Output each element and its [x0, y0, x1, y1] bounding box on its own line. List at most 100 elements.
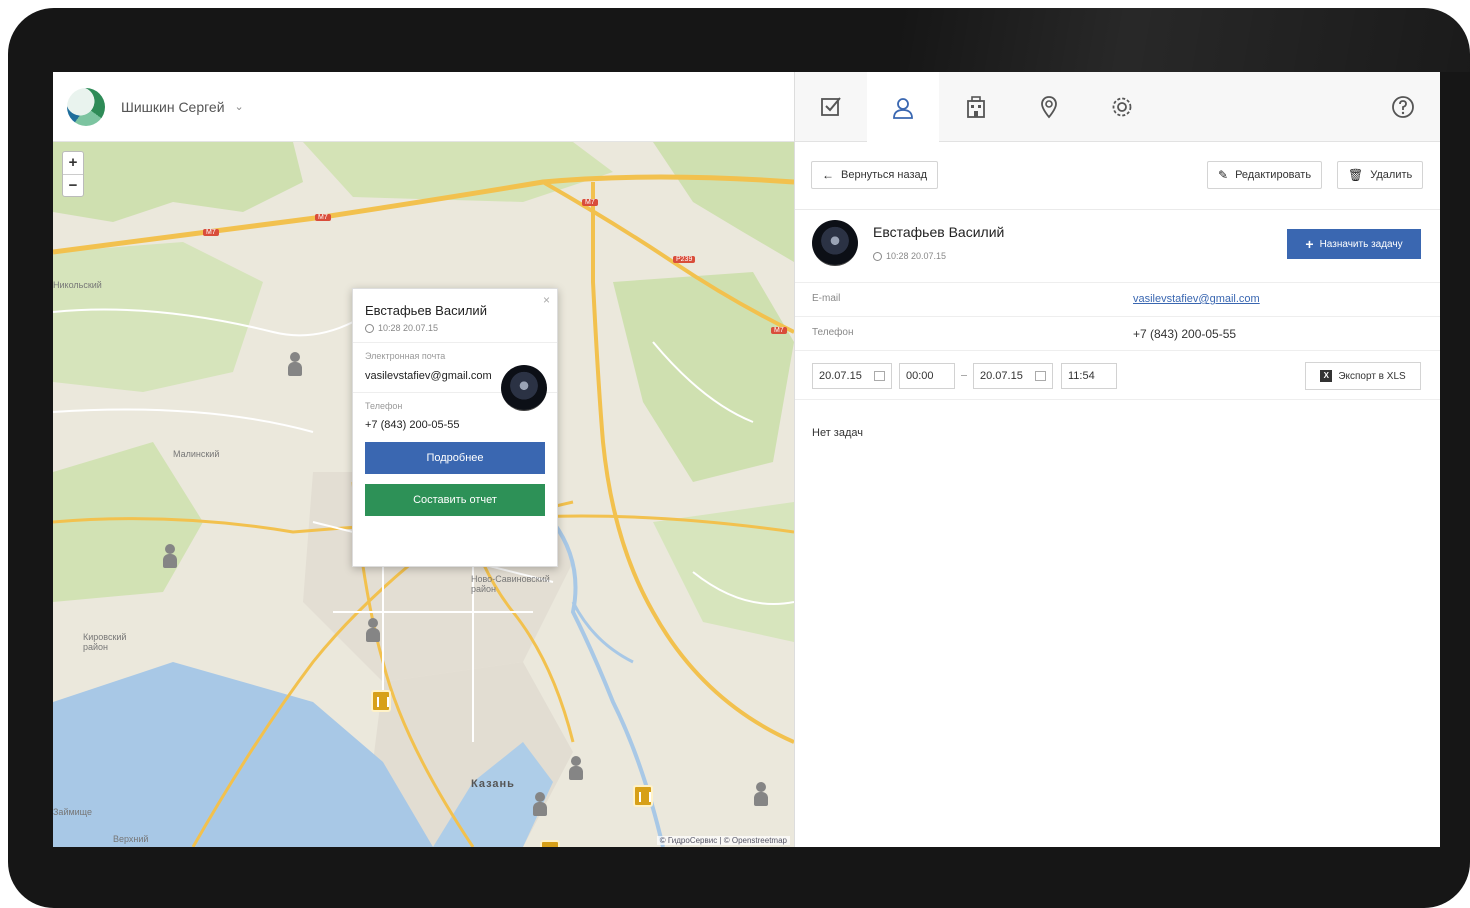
tab-settings[interactable]	[1086, 72, 1158, 142]
employee-name: Евстафьев Василий	[873, 224, 1005, 240]
popup-employee-name: Евстафьев Василий	[365, 303, 487, 318]
avatar	[812, 220, 858, 266]
location-pin-icon	[1041, 96, 1057, 119]
avatar	[501, 365, 547, 411]
user-menu[interactable]: Шишкин Сергей	[121, 99, 225, 115]
popup-time-text: 10:28 20.07.15	[378, 323, 439, 333]
tab-bar	[795, 72, 1440, 143]
employee-time-text: 10:28 20.07.15	[886, 251, 947, 261]
road-badge: М7	[771, 327, 787, 334]
road-badge: М7	[315, 214, 331, 221]
city-label: Казань	[471, 778, 515, 790]
map-label: Ново-Савиновский район	[471, 574, 550, 594]
calendar-icon[interactable]	[1035, 371, 1046, 381]
help-icon	[1392, 96, 1414, 118]
range-separator	[961, 375, 967, 376]
employee-pin[interactable]	[366, 618, 380, 644]
app-logo	[67, 87, 105, 126]
employee-timestamp: 10:28 20.07.15	[873, 251, 946, 261]
date-to-value: 20.07.15	[980, 370, 1023, 382]
tab-locations[interactable]	[1013, 72, 1085, 142]
employee-pin[interactable]	[754, 782, 768, 808]
tab-employees[interactable]	[867, 72, 939, 143]
phone-label: Телефон	[812, 327, 854, 338]
map-view[interactable]: + − М7 М7 М7 Р239 М7 Никольский Малински…	[53, 142, 794, 847]
tab-help[interactable]	[1367, 72, 1439, 142]
road-badge: Р239	[673, 256, 696, 263]
back-label: Вернуться назад	[841, 169, 928, 181]
empty-tasks-message: Нет задач	[812, 427, 863, 439]
employee-header: Евстафьев Василий 10:28 20.07.15 + Назна…	[795, 210, 1440, 275]
details-pane: ← Вернуться назад ✎ Редактировать 🗑 Удал…	[794, 72, 1440, 847]
employee-pin[interactable]	[569, 756, 583, 782]
popup-phone-value: +7 (843) 200-05-55	[365, 419, 460, 431]
employee-pin[interactable]	[288, 352, 302, 378]
popup-email-label: Электронная почта	[365, 351, 446, 361]
date-to-field[interactable]: 20.07.15	[973, 363, 1053, 389]
back-button[interactable]: ← Вернуться назад	[811, 161, 939, 189]
employee-popup: × Евстафьев Василий 10:28 20.07.15 Элект…	[352, 288, 558, 567]
gear-icon	[1112, 97, 1132, 117]
pencil-icon: ✎	[1218, 168, 1229, 182]
date-filter-bar: 20.07.15 00:00 20.07.15 11:54 X Экспорт …	[795, 350, 1440, 400]
make-report-button[interactable]: Составить отчет	[365, 484, 545, 516]
building-icon	[967, 96, 985, 118]
top-bar: Шишкин Сергей ⌄	[53, 72, 794, 142]
employee-pin[interactable]	[533, 792, 547, 818]
time-from-field[interactable]: 00:00	[899, 363, 955, 389]
detail-toolbar: ← Вернуться назад ✎ Редактировать 🗑 Удал…	[795, 142, 1440, 210]
chevron-down-icon[interactable]: ⌄	[235, 100, 244, 113]
checkbox-icon	[821, 97, 841, 116]
road-badge: М7	[582, 199, 598, 206]
employee-pin[interactable]	[163, 544, 177, 570]
popup-timestamp: 10:28 20.07.15	[365, 323, 545, 333]
date-from-value: 20.07.15	[819, 370, 862, 382]
bezel-reflection	[900, 8, 1470, 72]
arrow-left-icon: ←	[822, 168, 834, 182]
clock-icon	[873, 251, 882, 261]
details-button[interactable]: Подробнее	[365, 442, 545, 474]
export-xls-button[interactable]: X Экспорт в XLS	[1305, 362, 1421, 390]
plus-icon: +	[1305, 236, 1314, 252]
map-label: Займище	[53, 807, 92, 817]
phone-row: Телефон +7 (843) 200-05-55	[795, 316, 1440, 350]
assign-task-button[interactable]: + Назначить задачу	[1287, 229, 1421, 259]
assign-task-label: Назначить задачу	[1319, 238, 1403, 250]
tab-objects[interactable]	[940, 72, 1012, 142]
zoom-in-button[interactable]: +	[63, 152, 83, 174]
building-marker[interactable]	[540, 840, 560, 847]
map-pane: Шишкин Сергей ⌄ + − М7 М7 М7 Р239 М7 Ник…	[53, 72, 794, 847]
export-label: Экспорт в XLS	[1338, 370, 1406, 382]
divider	[353, 342, 557, 343]
zoom-out-button[interactable]: −	[63, 174, 83, 196]
tab-tasks[interactable]	[795, 72, 867, 142]
edit-button[interactable]: ✎ Редактировать	[1207, 161, 1323, 189]
excel-icon: X	[1320, 370, 1333, 382]
trash-icon: 🗑	[1348, 168, 1364, 182]
time-from-value: 00:00	[906, 370, 934, 382]
map-label: Малинский	[173, 449, 220, 459]
road-badge: М7	[203, 229, 219, 236]
edit-label: Редактировать	[1235, 169, 1312, 181]
email-link[interactable]: vasilevstafiev@gmail.com	[1133, 293, 1260, 305]
user-icon	[893, 97, 913, 119]
building-marker[interactable]	[371, 690, 391, 712]
date-from-field[interactable]: 20.07.15	[812, 363, 892, 389]
delete-label: Удалить	[1370, 169, 1413, 181]
popup-email-value: vasilevstafiev@gmail.com	[365, 370, 492, 382]
map-label: Никольский	[53, 280, 102, 290]
app-screen: Шишкин Сергей ⌄ + − М7 М7 М7 Р239 М7 Ник…	[53, 72, 1440, 847]
map-label: Верхний	[113, 834, 149, 844]
email-row: E-mail vasilevstafiev@gmail.com	[795, 282, 1440, 316]
time-to-value: 11:54	[1068, 370, 1095, 382]
phone-value: +7 (843) 200-05-55	[1133, 327, 1237, 341]
zoom-control: + −	[62, 151, 84, 197]
clock-icon	[365, 323, 374, 333]
calendar-icon[interactable]	[874, 371, 885, 381]
close-icon[interactable]: ×	[543, 293, 550, 307]
delete-button[interactable]: 🗑 Удалить	[1337, 161, 1424, 189]
time-to-field[interactable]: 11:54	[1061, 363, 1117, 389]
email-label: E-mail	[812, 293, 841, 304]
map-copyright: © ГидроСервис | © Openstreetmap	[656, 836, 790, 845]
building-marker[interactable]	[633, 785, 653, 807]
